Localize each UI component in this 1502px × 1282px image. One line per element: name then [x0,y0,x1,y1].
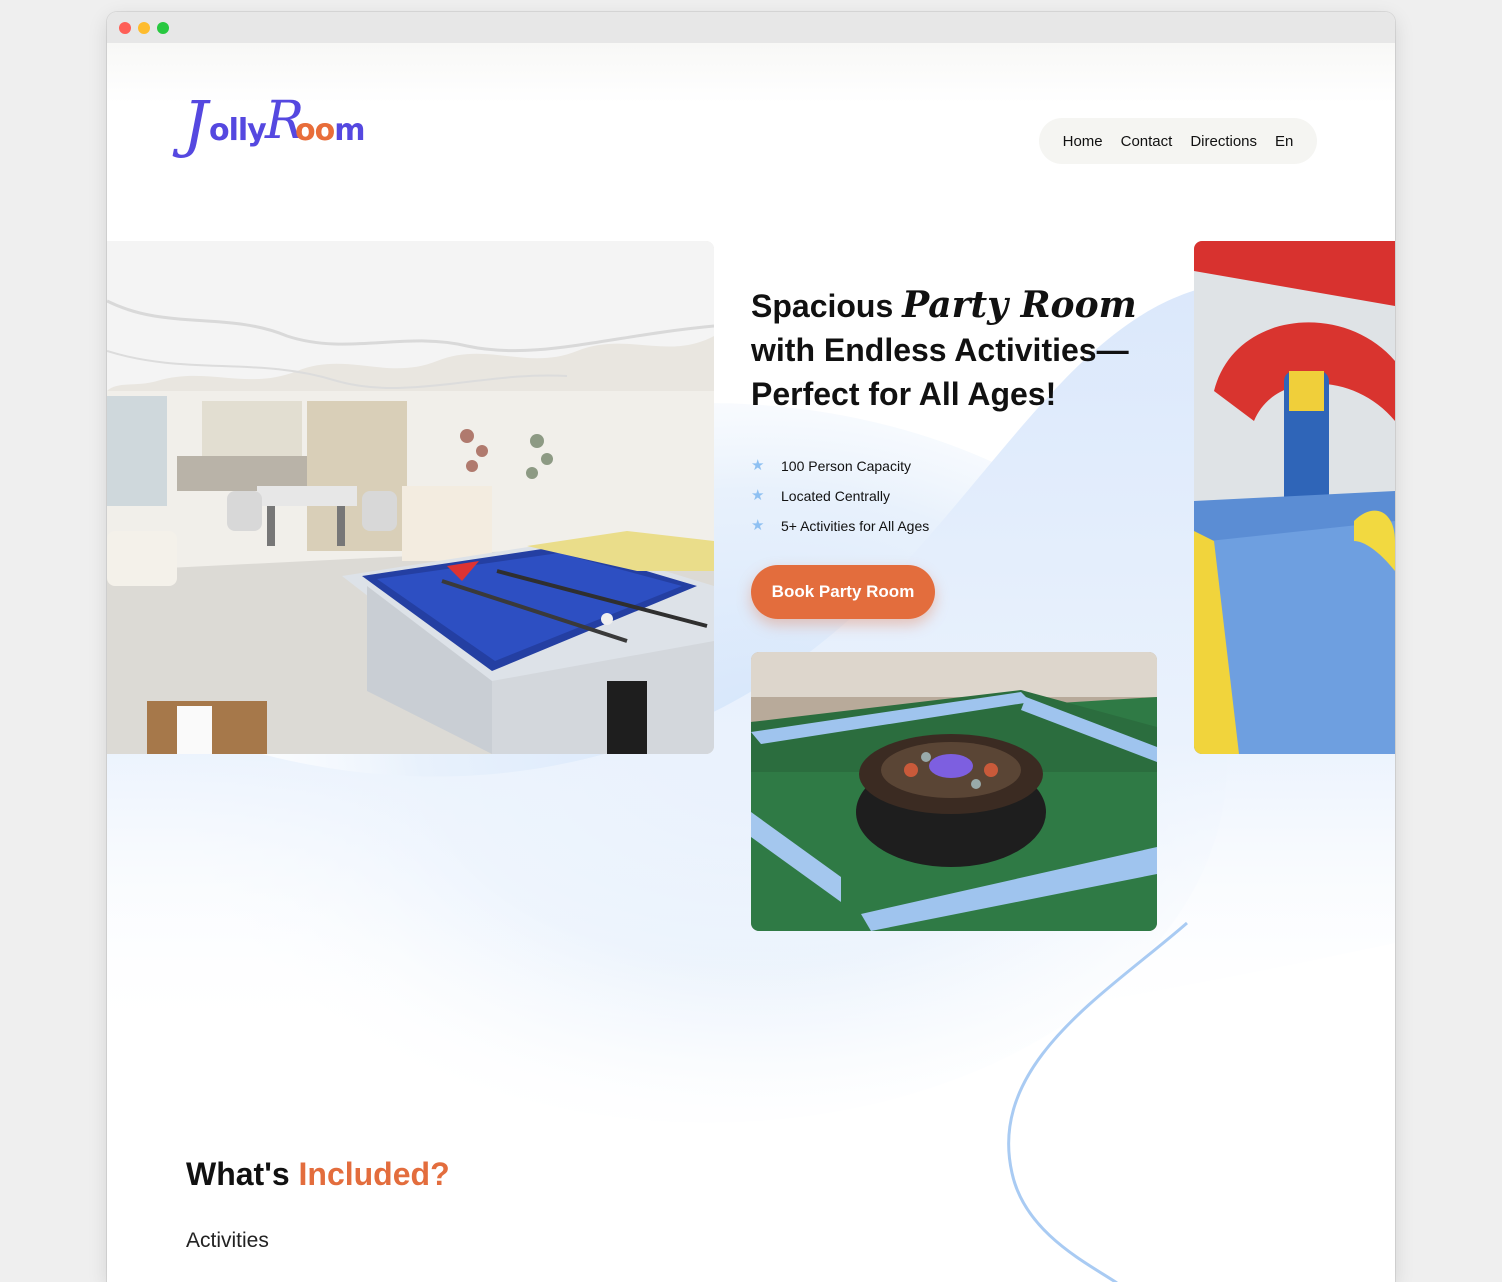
feature-text: 5+ Activities for All Ages [781,518,930,534]
maximize-window-button[interactable] [157,22,169,34]
feature-text: Located Centrally [781,488,890,504]
nav-contact-link[interactable]: Contact [1121,133,1173,150]
close-window-button[interactable] [119,22,131,34]
party-room-photo [107,241,714,754]
logo-text-oom: oom [295,113,366,148]
list-item: ★ Located Centrally [751,481,929,511]
activities-subheading: Activities [186,1229,269,1252]
list-item: ★ 100 Person Capacity [751,451,929,481]
jollyroom-logo[interactable]: J olly R oom [183,93,373,173]
star-icon: ★ [751,457,765,474]
window-titlebar [107,12,1395,43]
nav-home-link[interactable]: Home [1063,133,1103,150]
minimize-window-button[interactable] [138,22,150,34]
book-party-room-button[interactable]: Book Party Room [751,565,935,619]
browser-window: J olly R oom Home Contact Directions En [107,12,1395,1282]
list-item: ★ 5+ Activities for All Ages [751,511,929,541]
bouncy-castle-photo [1194,241,1395,754]
logo-letter-j: J [183,87,208,160]
language-switch-link[interactable]: En [1275,133,1293,150]
hero-title-lead: Spacious [751,288,894,324]
nav-directions-link[interactable]: Directions [1190,133,1257,150]
star-icon: ★ [751,487,765,504]
main-nav: Home Contact Directions En [1039,118,1317,164]
hero-title-script: Party Room [902,284,1137,326]
mahjong-table-photo [751,652,1157,931]
whats-included-heading: What's Included? [186,1156,450,1193]
hero-title-rest: with Endless Activities—Perfect for All … [751,332,1129,412]
heading-lead: What's [186,1156,290,1192]
feature-text: 100 Person Capacity [781,458,911,474]
logo-text-olly: olly [209,113,267,148]
feature-list: ★ 100 Person Capacity ★ Located Centrall… [751,451,929,541]
heading-accent: Included? [298,1156,450,1192]
star-icon: ★ [751,517,765,534]
page-content: J olly R oom Home Contact Directions En [107,43,1395,1282]
hero-title: Spacious Party Room with Endless Activit… [751,283,1171,416]
